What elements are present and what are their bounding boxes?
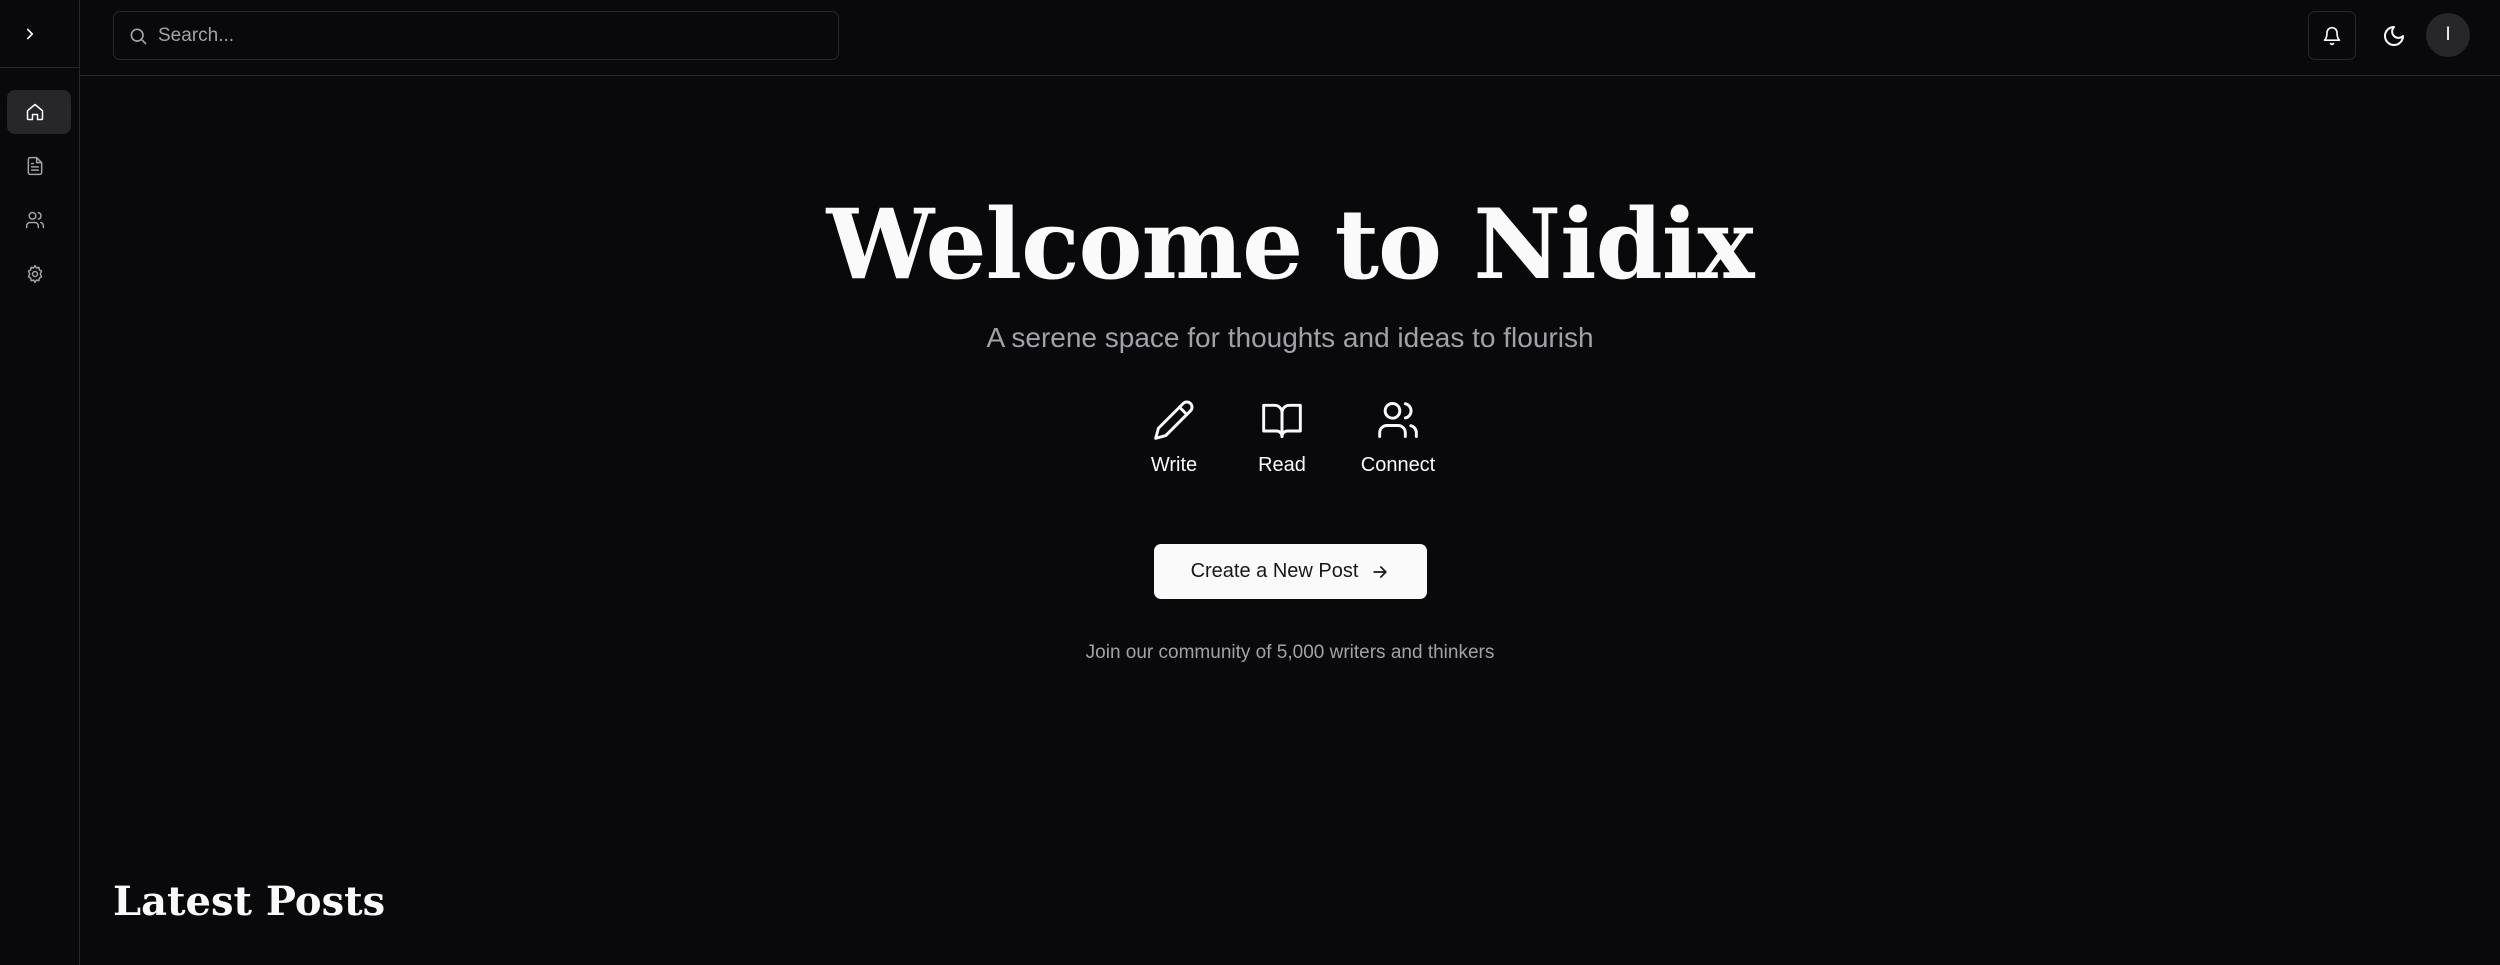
- create-post-button[interactable]: Create a New Post: [1154, 544, 1427, 599]
- chevron-right-icon: [26, 28, 34, 39]
- moon-icon: [2384, 25, 2404, 46]
- theme-toggle-button[interactable]: [2370, 11, 2418, 60]
- bell-icon: [2323, 26, 2341, 45]
- gear-icon: [27, 264, 43, 284]
- feature-connect: Connect: [1351, 398, 1445, 477]
- arrow-right-icon: [1373, 565, 1388, 578]
- feature-write: Write: [1135, 398, 1213, 477]
- notifications-button[interactable]: [2308, 11, 2356, 60]
- feature-read: Read: [1243, 398, 1321, 477]
- sidebar-nav: [7, 90, 71, 306]
- search-input[interactable]: [158, 24, 818, 47]
- community-text: Join our community of 5,000 writers and …: [1085, 642, 1495, 663]
- search-icon: [130, 28, 147, 44]
- page-title: Welcome to Nidix: [826, 188, 1755, 301]
- users-icon: [1378, 402, 1418, 438]
- latest-posts-heading: Latest Posts: [113, 878, 386, 925]
- feature-read-label: Read: [1258, 454, 1306, 476]
- book-open-icon: [1262, 403, 1302, 438]
- topbar: I: [80, 0, 2500, 76]
- hero-subtitle: A serene space for thoughts and ideas to…: [986, 322, 1594, 353]
- avatar[interactable]: I: [2426, 13, 2470, 57]
- feature-write-label: Write: [1150, 454, 1198, 476]
- sidebar-item-home[interactable]: [7, 90, 71, 134]
- feature-connect-label: Connect: [1360, 454, 1436, 476]
- sidebar-item-posts[interactable]: [7, 144, 71, 188]
- create-post-label: Create a New Post: [1190, 560, 1359, 582]
- file-text-icon: [27, 156, 43, 176]
- sidebar-item-community[interactable]: [7, 198, 71, 242]
- search-box[interactable]: [113, 11, 839, 60]
- sidebar-item-settings[interactable]: [7, 252, 71, 296]
- home-icon: [26, 103, 44, 121]
- feature-list: Write Read Connect: [80, 398, 2500, 477]
- pencil-icon: [1154, 400, 1194, 440]
- sidebar-toggle-button[interactable]: [0, 0, 80, 68]
- sidebar: [0, 0, 80, 965]
- users-icon: [25, 211, 45, 229]
- app: I Welcome to Nidix A serene space for th…: [0, 0, 2500, 965]
